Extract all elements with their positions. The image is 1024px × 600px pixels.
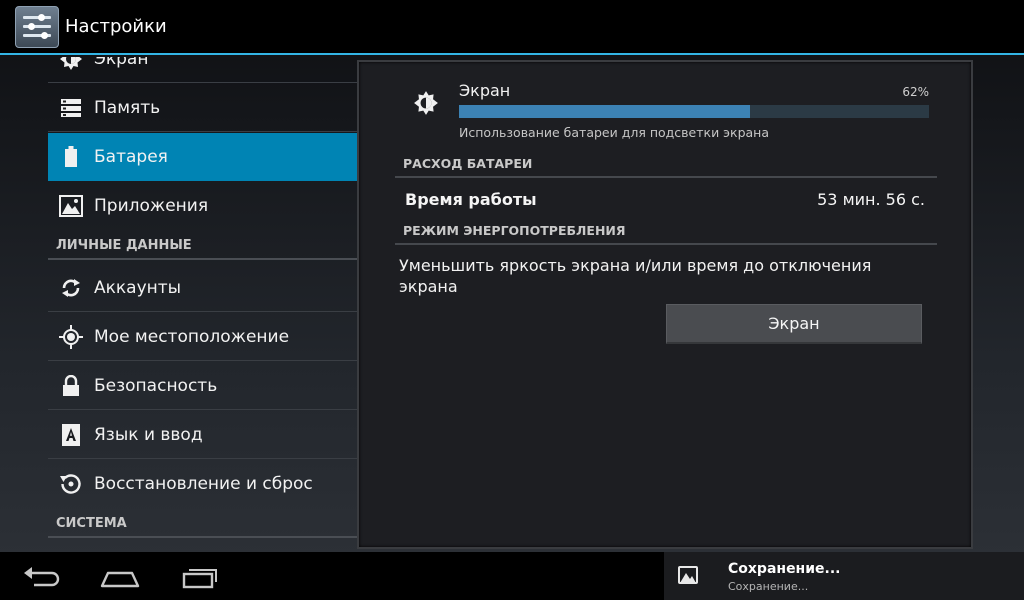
settings-list[interactable]: Экран Память Батарея Приложения ЛИЧНЫЕ Д… (48, 57, 357, 552)
usage-progress-bar (459, 105, 929, 118)
usage-description: Использование батареи для подсветки экра… (459, 125, 769, 140)
language-icon (58, 422, 84, 448)
location-icon (58, 324, 84, 350)
notification-title: Сохранение... (728, 561, 841, 577)
sidebar-item-label: Память (94, 97, 161, 118)
sidebar-item-label: Мое местоположение (94, 326, 290, 347)
recents-icon[interactable] (180, 564, 220, 590)
sidebar-item-label: Восстановление и сброс (94, 474, 313, 494)
sync-icon (58, 275, 84, 301)
brightness-icon (413, 90, 439, 116)
sidebar-item-language[interactable]: Язык и ввод (48, 411, 357, 459)
sidebar-item-label: Язык и ввод (94, 424, 203, 445)
sidebar-item-label: Батарея (94, 146, 168, 167)
restore-icon (58, 471, 84, 497)
sidebar-item-apps[interactable]: Приложения (48, 182, 357, 230)
section-header-system: СИСТЕМА (48, 510, 357, 538)
runtime-label: Время работы (405, 190, 537, 209)
battery-icon (58, 144, 84, 170)
sidebar-item-label: Аккаунты (94, 277, 182, 298)
image-icon (678, 566, 698, 584)
sidebar-item-accounts[interactable]: Аккаунты (48, 264, 357, 312)
usage-percent: 62% (902, 85, 929, 99)
screen-settings-button[interactable]: Экран (666, 304, 922, 344)
lock-icon (58, 373, 84, 399)
sidebar-item-storage[interactable]: Память (48, 84, 357, 132)
battery-detail-panel: Экран 62% Использование батареи для подс… (357, 60, 973, 549)
back-icon[interactable] (22, 564, 62, 590)
app-title: Настройки (65, 16, 167, 37)
sidebar-item-label: Экран (94, 57, 149, 69)
sidebar-item-location[interactable]: Мое местоположение (48, 313, 357, 361)
sidebar-item-label: Приложения (94, 196, 209, 216)
storage-icon (58, 95, 84, 121)
home-icon[interactable] (100, 564, 140, 590)
sidebar-item-display[interactable]: Экран (48, 57, 357, 83)
settings-sliders-icon[interactable] (15, 5, 59, 48)
action-bar: Настройки (0, 0, 1024, 55)
section-header-personal: ЛИЧНЫЕ ДАННЫЕ (48, 232, 357, 260)
power-mode-header: РЕЖИМ ЭНЕРГОПОТРЕБЛЕНИЯ (395, 219, 937, 245)
sidebar-item-security[interactable]: Безопасность (48, 362, 357, 410)
usage-progress-fill (459, 105, 751, 118)
sidebar-item-backup-reset[interactable]: Восстановление и сброс (48, 460, 357, 508)
battery-usage-header: РАСХОД БАТАРЕИ (395, 152, 937, 178)
sidebar-item-battery[interactable]: Батарея (48, 133, 357, 181)
brightness-icon (58, 57, 84, 72)
usage-title: Экран (459, 81, 511, 100)
notification-subtitle: Сохранение... (728, 580, 809, 593)
sidebar-item-label: Безопасность (94, 375, 218, 396)
power-tip-text: Уменьшить яркость экрана и/или время до … (399, 256, 872, 296)
apps-icon (58, 193, 84, 219)
runtime-value: 53 мин. 56 с. (817, 190, 925, 209)
notification-saving[interactable]: Сохранение... Сохранение... (664, 552, 1024, 600)
